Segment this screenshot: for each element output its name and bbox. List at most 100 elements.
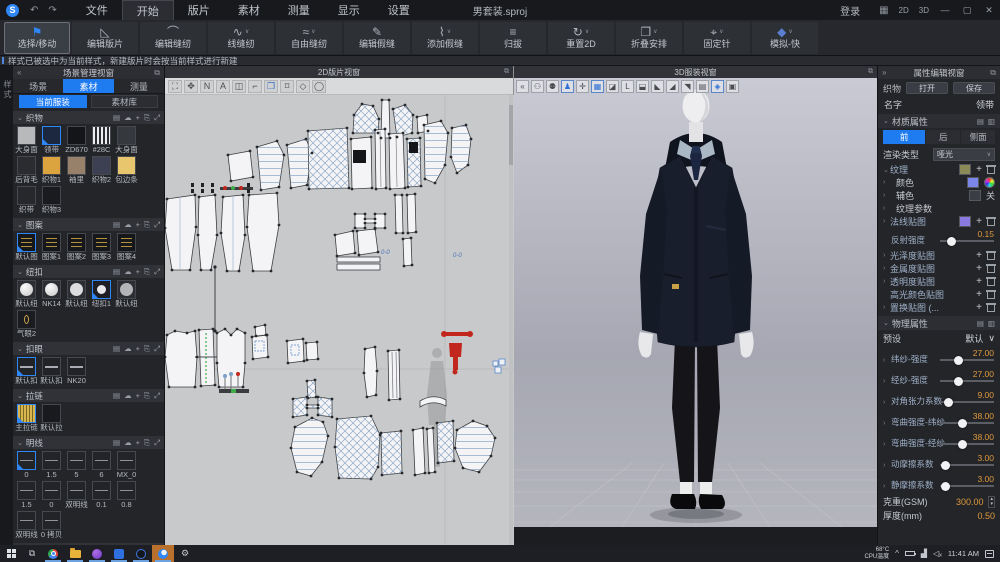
seam-point[interactable] <box>276 140 279 143</box>
seam-point[interactable] <box>388 133 391 136</box>
swatch-1-1[interactable]: 图案1 <box>39 233 64 261</box>
seam-point[interactable] <box>370 415 373 418</box>
swatch-5-11[interactable]: 0 拷贝 <box>39 511 64 539</box>
expand-arrow-icon[interactable]: ⌄ <box>883 166 890 174</box>
swatch-0-4[interactable]: 大身面 <box>114 126 139 154</box>
seam-point[interactable] <box>194 194 197 197</box>
seam-point[interactable] <box>462 467 465 470</box>
face-tab-0[interactable]: 前 <box>883 130 925 144</box>
seam-point[interactable] <box>427 130 430 133</box>
tray-chevron-icon[interactable]: ^ <box>895 549 899 558</box>
swatch-5-4[interactable]: MX_0 <box>114 451 139 479</box>
tool-7[interactable]: ≡归拔 <box>480 22 546 54</box>
slider-value[interactable]: 9.00 <box>977 390 994 400</box>
seam-point[interactable] <box>227 154 230 157</box>
stepper-down-icon[interactable]: ▾ <box>990 502 993 507</box>
slider-track[interactable] <box>940 240 994 242</box>
seam-point[interactable] <box>196 356 199 359</box>
seam-point[interactable] <box>404 104 407 107</box>
seam-point[interactable] <box>305 342 308 345</box>
seam-point[interactable] <box>364 218 367 221</box>
cloud-icon[interactable]: ☁ <box>124 344 132 354</box>
tool-3[interactable]: ∿∨线缝纫 <box>208 22 274 54</box>
seam-point[interactable] <box>242 194 245 197</box>
swatch-thumb[interactable] <box>117 126 136 145</box>
seam-point[interactable] <box>410 237 413 240</box>
delete-map-icon[interactable] <box>987 303 995 312</box>
seam-point[interactable] <box>447 132 450 135</box>
expand-arrow-icon[interactable]: › <box>883 252 890 259</box>
seam-point[interactable] <box>255 335 258 338</box>
seam-point[interactable] <box>186 332 189 335</box>
tool-caret-6[interactable]: ∨ <box>447 26 451 39</box>
pattern-piece[interactable] <box>388 350 400 400</box>
expand-arrow-icon[interactable]: › <box>883 399 885 406</box>
seam-point[interactable] <box>470 138 473 141</box>
slider-thumb[interactable] <box>958 419 967 428</box>
seam-point[interactable] <box>374 218 377 221</box>
map-swatch[interactable] <box>959 216 971 227</box>
swatch-thumb[interactable] <box>42 126 61 145</box>
seam-point[interactable] <box>214 384 217 387</box>
grid-icon[interactable]: ▦ <box>591 80 604 93</box>
seam-point[interactable] <box>292 398 295 401</box>
seam-point[interactable] <box>467 164 470 167</box>
seam-point[interactable] <box>226 270 229 273</box>
seam-point[interactable] <box>414 193 417 196</box>
seam-point[interactable] <box>388 399 391 402</box>
expand-icon[interactable]: ⤢ <box>154 113 160 123</box>
seam-point[interactable] <box>317 396 320 399</box>
menu-3[interactable]: 素材 <box>224 0 274 20</box>
swatch-thumb[interactable] <box>67 126 86 145</box>
seam-point[interactable] <box>348 187 351 190</box>
seam-point[interactable] <box>374 228 377 231</box>
taskbar-app-settings[interactable]: ⚙ <box>174 545 196 562</box>
seam-point[interactable] <box>334 234 337 237</box>
seam-point[interactable] <box>294 426 297 429</box>
seam-point[interactable] <box>364 213 367 216</box>
section-header-5[interactable]: ⌄明线▤☁+⎘⤢ <box>13 436 164 449</box>
tool-10[interactable]: ⌖∨固定针 <box>684 22 750 54</box>
panel-detach-icon[interactable]: ⧉ <box>154 68 160 78</box>
seam-point[interactable] <box>220 232 223 235</box>
seam-point[interactable] <box>450 156 453 159</box>
section-header-0[interactable]: ⌄织物▤☁+⎘⤢ <box>13 111 164 124</box>
taskbar-app-app-purple[interactable] <box>86 545 108 562</box>
swatch-5-6[interactable]: 0 <box>39 481 64 509</box>
seam-point[interactable] <box>354 252 357 255</box>
seam-point[interactable] <box>388 99 391 102</box>
seam-point[interactable] <box>422 427 425 430</box>
section-header-1[interactable]: ⌄图案▤☁+⎘⤢ <box>13 218 164 231</box>
seam-point[interactable] <box>230 334 233 337</box>
seam-point[interactable] <box>402 232 405 235</box>
seam-point[interactable] <box>317 414 320 417</box>
slider-thumb[interactable] <box>947 237 956 246</box>
stepper-buttons[interactable]: ▴▾ <box>988 496 995 508</box>
swatch-thumb[interactable] <box>42 186 61 205</box>
seam-point[interactable] <box>214 194 217 197</box>
add-icon[interactable]: + <box>136 220 140 230</box>
pose-icon[interactable]: ♟ <box>561 80 574 93</box>
add-map-icon[interactable]: + <box>976 303 982 313</box>
seam-point[interactable] <box>376 370 379 373</box>
swatch-0-0[interactable]: 大身面 <box>14 126 39 154</box>
copy-icon[interactable]: ⎘ <box>144 391 150 401</box>
seam-point[interactable] <box>374 222 377 225</box>
seam-point[interactable] <box>306 359 309 362</box>
swatch-thumb[interactable] <box>117 233 136 252</box>
menu-4[interactable]: 测量 <box>274 0 324 20</box>
seam-point[interactable] <box>400 430 403 433</box>
map-swatch[interactable] <box>967 177 979 188</box>
pattern-piece[interactable] <box>413 428 425 475</box>
section-header-3[interactable]: ⌄扣眼▤☁+⎘⤢ <box>13 342 164 355</box>
seam-point[interactable] <box>407 186 410 189</box>
props-collapse-icon[interactable]: » <box>882 68 886 77</box>
swatch-thumb[interactable] <box>42 156 61 175</box>
seam-point[interactable] <box>384 213 387 216</box>
seam-point[interactable] <box>306 396 309 399</box>
expand-arrow-icon[interactable]: › <box>883 205 890 212</box>
swatch-2-5[interactable]: 气眼2 <box>14 310 39 338</box>
seam-point[interactable] <box>419 137 422 140</box>
swatch-5-3[interactable]: 6 <box>89 451 114 479</box>
seam-point[interactable] <box>371 187 374 190</box>
